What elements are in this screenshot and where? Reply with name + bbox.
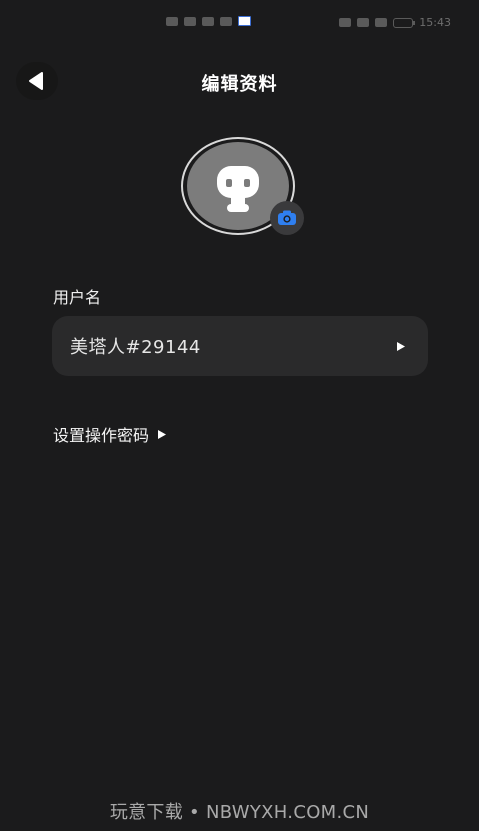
camera-button[interactable] xyxy=(270,201,304,235)
alarm-icon xyxy=(375,18,388,27)
username-field[interactable]: 美塔人#29144 xyxy=(52,316,428,376)
page-title: 编辑资料 xyxy=(201,74,278,95)
status-bar: 15:43 xyxy=(0,0,479,44)
watermark: 玩意下载 • NBWYXH.COM.CN xyxy=(109,802,370,823)
avatar-section[interactable] xyxy=(181,137,305,237)
battery-icon xyxy=(393,17,416,28)
set-password-label: 设置操作密码 xyxy=(53,426,150,445)
set-password-link[interactable]: 设置操作密码 xyxy=(53,422,167,446)
eye-icon xyxy=(339,18,352,27)
status-left-icons xyxy=(166,16,251,26)
sim-icon xyxy=(166,16,178,26)
username-value: 美塔人#29144 xyxy=(70,337,201,358)
play-arrow-icon xyxy=(397,341,405,351)
nfc-icon xyxy=(357,18,370,27)
play-arrow-icon xyxy=(158,429,167,439)
status-right-icons: 15:43 xyxy=(339,16,451,29)
signal-icon xyxy=(184,16,196,26)
header: 编辑资料 xyxy=(0,58,479,104)
wifi-icon xyxy=(202,16,214,26)
camera-icon xyxy=(278,210,296,225)
username-label: 用户名 xyxy=(53,288,102,307)
mail-icon xyxy=(238,16,251,26)
status-time: 15:43 xyxy=(419,16,451,29)
data-icon xyxy=(220,16,232,26)
